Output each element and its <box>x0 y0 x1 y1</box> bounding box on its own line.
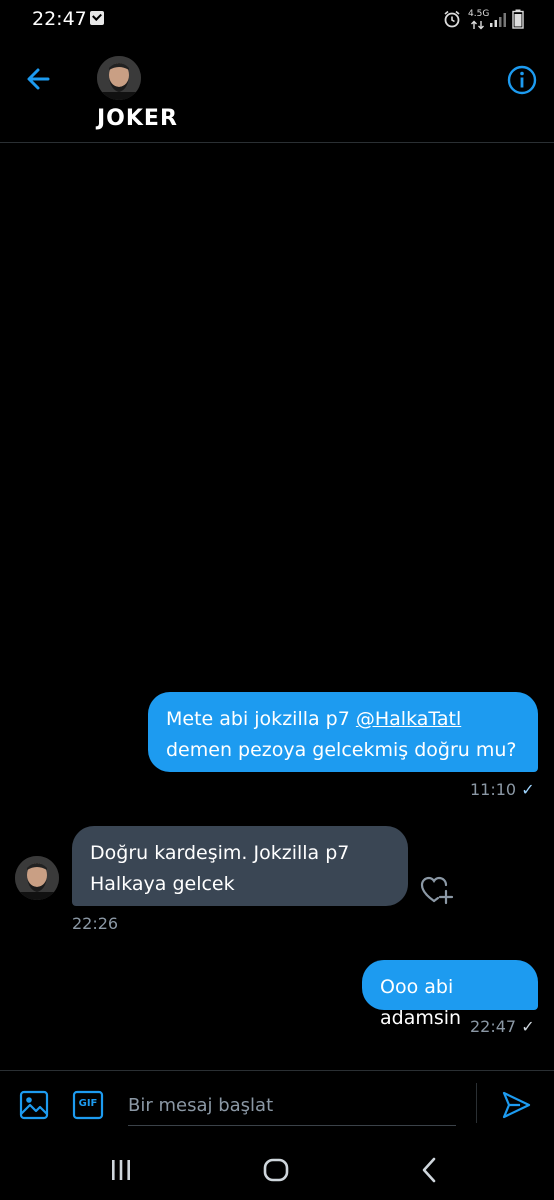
message-input[interactable] <box>128 1085 456 1126</box>
message-timestamp: 22:47 <box>470 1017 517 1036</box>
sender-avatar[interactable] <box>15 856 59 900</box>
conversation-title: JOKER <box>97 106 178 131</box>
data-arrows-icon <box>471 20 484 30</box>
heart-add-icon[interactable] <box>420 875 454 905</box>
sent-message-bubble[interactable]: Mete abi jokzilla p7 @HalkaTatl demen pe… <box>148 692 538 772</box>
message-meta: 22:47 ✓ <box>470 1017 535 1036</box>
back-arrow-icon[interactable] <box>22 62 56 96</box>
message-timestamp: 22:26 <box>72 914 119 933</box>
notification-check-icon <box>90 11 104 25</box>
battery-icon <box>512 9 524 29</box>
message-timestamp: 11:10 <box>470 780 517 799</box>
conversation-header: JOKER <box>0 42 554 143</box>
sent-message-bubble[interactable]: Ooo abi adamsin <box>362 960 538 1029</box>
info-icon[interactable] <box>506 64 538 96</box>
signal-icon <box>490 13 506 27</box>
read-receipt-icon: ✓ <box>521 780 535 799</box>
status-bar: 22:47 4.5G <box>0 0 554 42</box>
divider <box>476 1083 477 1123</box>
sent-receipt-icon: ✓ <box>521 1017 535 1036</box>
system-back-icon[interactable] <box>410 1150 450 1190</box>
message-composer: GIF <box>0 1070 554 1141</box>
message-text: demen pezoya gelcekmiş doğru mu? <box>166 739 517 761</box>
alarm-icon <box>444 10 460 28</box>
system-navigation-bar <box>0 1140 554 1200</box>
recent-apps-icon[interactable] <box>101 1150 141 1190</box>
gif-button[interactable]: GIF <box>72 1089 104 1121</box>
avatar[interactable] <box>97 56 141 100</box>
message-text: Mete abi jokzilla p7 <box>166 708 356 730</box>
message-meta: 11:10 ✓ <box>470 780 535 799</box>
network-type: 4.5G <box>468 9 490 19</box>
status-time: 22:47 <box>32 8 87 30</box>
send-icon[interactable] <box>500 1089 532 1121</box>
image-icon[interactable] <box>18 1089 50 1121</box>
home-icon[interactable] <box>256 1150 296 1190</box>
gif-label: GIF <box>78 1098 98 1109</box>
mention-link[interactable]: @HalkaTatl <box>356 708 461 730</box>
received-message-bubble[interactable]: Doğru kardeşim. Jokzilla p7 Halkaya gelc… <box>72 826 408 906</box>
